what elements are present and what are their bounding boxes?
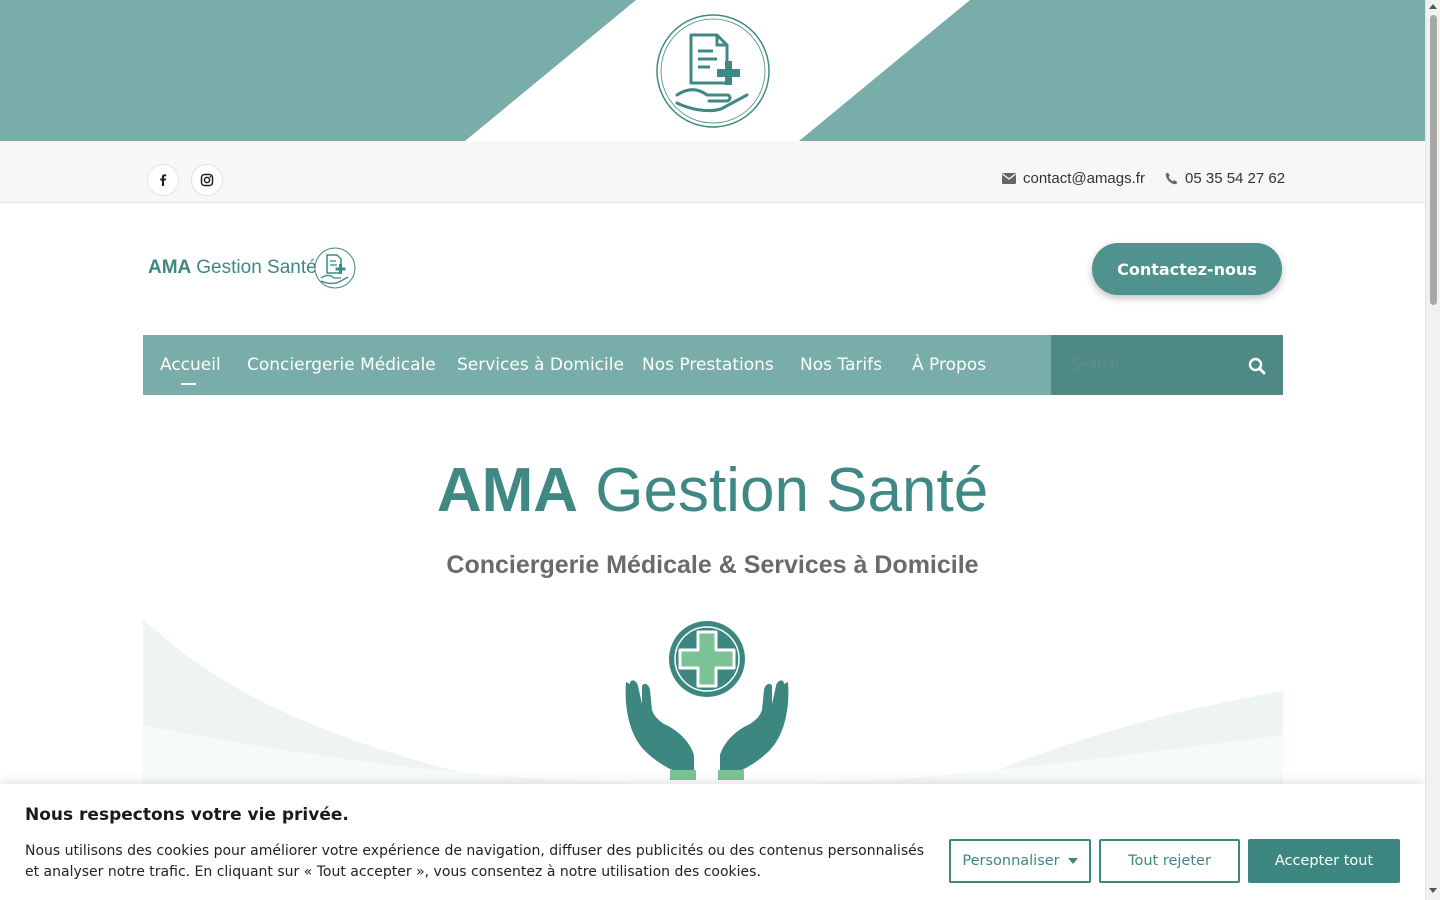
logo-emblem-icon <box>314 247 356 289</box>
scrollbar-thumb[interactable] <box>1430 15 1437 305</box>
facebook-link[interactable] <box>147 164 179 196</box>
hero-title-light: Gestion Santé <box>595 456 989 525</box>
banner-logo[interactable] <box>655 13 771 129</box>
nav-item-accueil[interactable]: Accueil <box>160 355 221 385</box>
nav-item-conciergerie[interactable]: Conciergerie Médicale <box>247 355 436 375</box>
logo-text-bold: AMA <box>148 257 192 278</box>
top-bar: contact@amags.fr 05 35 54 27 62 <box>0 141 1425 203</box>
nav-item-prestations[interactable]: Nos Prestations <box>642 355 774 375</box>
cookie-title: Nous respectons votre vie privée. <box>25 805 349 825</box>
main-nav: Accueil Conciergerie Médicale Services à… <box>143 335 1283 395</box>
reject-all-button[interactable]: Tout rejeter <box>1099 839 1240 883</box>
nav-search <box>1051 335 1283 395</box>
caret-down-icon <box>1067 858 1078 864</box>
nav-item-tarifs[interactable]: Nos Tarifs <box>800 355 882 375</box>
email-text: contact@amags.fr <box>1023 170 1145 187</box>
instagram-icon <box>200 173 214 187</box>
facebook-icon <box>160 174 167 186</box>
nav-item-services[interactable]: Services à Domicile <box>457 355 624 375</box>
medical-document-hand-icon <box>656 14 770 128</box>
top-banner <box>0 0 1425 141</box>
nav-item-a-propos[interactable]: À Propos <box>912 355 986 375</box>
phone-contact[interactable]: 05 35 54 27 62 <box>1165 170 1285 187</box>
customize-cookies-button[interactable]: Personnaliser <box>949 839 1091 883</box>
phone-icon <box>1165 172 1178 185</box>
scroll-down-arrow-icon[interactable] <box>1429 888 1437 893</box>
envelope-icon <box>1002 173 1016 184</box>
hero-subtitle: Conciergerie Médicale & Services à Domic… <box>446 551 979 579</box>
customize-cookies-label: Personnaliser <box>962 853 1060 869</box>
contact-us-button[interactable]: Contactez-nous <box>1092 243 1282 295</box>
email-contact[interactable]: contact@amags.fr <box>1002 170 1145 187</box>
logo-text-light: Gestion Santé <box>196 257 317 278</box>
phone-text: 05 35 54 27 62 <box>1185 170 1286 187</box>
cookie-text: Nous utilisons des cookies pour améliore… <box>25 843 925 880</box>
search-input[interactable] <box>1071 353 1241 377</box>
hero-title-bold: AMA <box>436 456 579 525</box>
hero-title: AMA Gestion Santé <box>0 455 1425 526</box>
cookie-consent-banner: Nous respectons votre vie privée. Nous u… <box>0 784 1425 900</box>
scroll-up-arrow-icon[interactable] <box>1429 4 1437 9</box>
hands-holding-medical-cross-icon <box>625 621 789 780</box>
instagram-link[interactable] <box>191 164 223 196</box>
accept-all-button[interactable]: Accepter tout <box>1248 839 1400 883</box>
search-icon[interactable] <box>1248 357 1266 375</box>
page-scrollbar[interactable] <box>1425 0 1440 900</box>
site-logo[interactable]: AMA Gestion Santé <box>148 246 357 290</box>
